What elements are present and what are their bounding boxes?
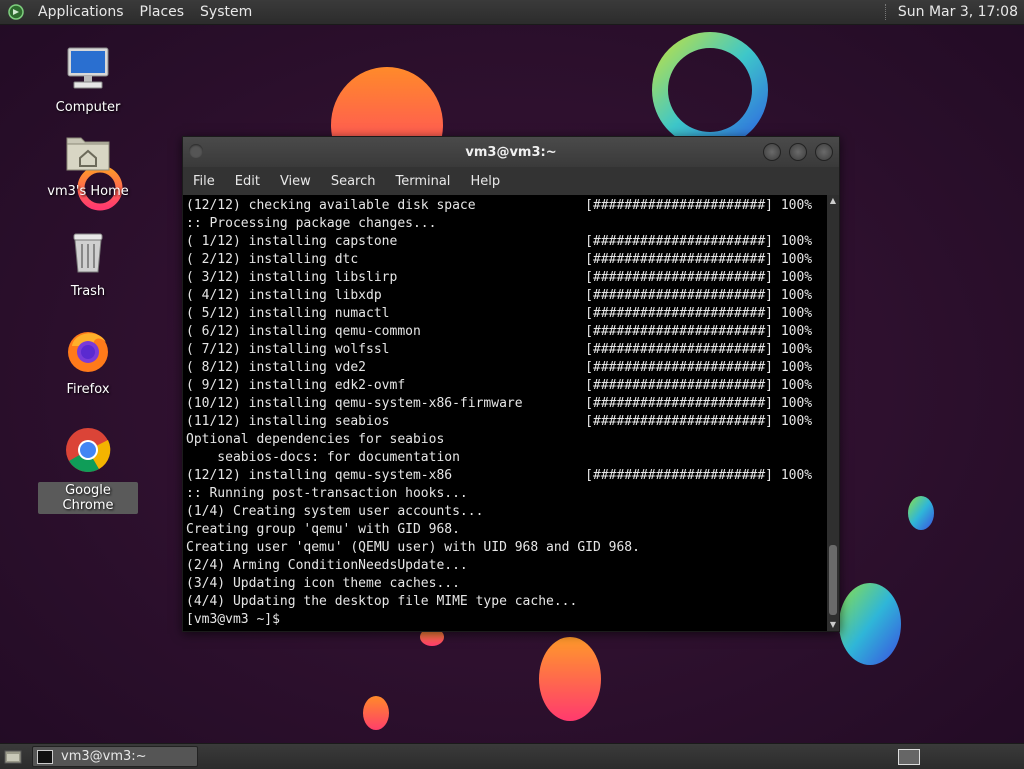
scroll-down-arrow-icon[interactable]: ▼ [827, 619, 839, 631]
desktop-icon-label: vm3's Home [47, 184, 129, 199]
panel-separator [884, 4, 888, 20]
show-desktop-icon[interactable] [4, 749, 22, 765]
trash-icon [73, 233, 103, 273]
places-menu[interactable]: Places [132, 4, 193, 20]
window-menu-icon[interactable] [189, 144, 203, 158]
menu-terminal[interactable]: Terminal [385, 174, 460, 189]
bottom-panel: vm3@vm3:~ [0, 743, 1024, 769]
menu-edit[interactable]: Edit [225, 174, 270, 189]
desktop-icon-firefox[interactable]: Firefox [38, 326, 138, 397]
taskbar-item-terminal[interactable]: vm3@vm3:~ [32, 746, 198, 767]
desktop-icon-label: Computer [55, 100, 121, 115]
maximize-button[interactable] [789, 143, 807, 161]
menu-file[interactable]: File [183, 174, 225, 189]
terminal-text[interactable]: (12/12) checking available disk space [#… [183, 195, 827, 629]
home-folder-icon [66, 137, 110, 171]
menu-view[interactable]: View [270, 174, 321, 189]
clock[interactable]: Sun Mar 3, 17:08 [898, 4, 1024, 20]
terminal-icon [37, 749, 53, 764]
terminal-scrollbar[interactable]: ▲ ▼ [827, 195, 839, 631]
system-menu[interactable]: System [192, 4, 260, 20]
menu-help[interactable]: Help [460, 174, 510, 189]
window-title: vm3@vm3:~ [465, 144, 557, 160]
firefox-icon [68, 332, 108, 372]
desktop-icon-computer[interactable]: Computer [38, 44, 138, 115]
computer-icon [67, 47, 109, 89]
desktop-icon-trash[interactable]: Trash [38, 228, 138, 299]
desktop-icon-label: Google Chrome [38, 482, 138, 514]
desktop-icon-label: Trash [70, 284, 106, 299]
scrollbar-thumb[interactable] [829, 545, 837, 615]
menu-search[interactable]: Search [321, 174, 386, 189]
taskbar-item-label: vm3@vm3:~ [61, 749, 147, 764]
minimize-button[interactable] [763, 143, 781, 161]
terminal-menubar: File Edit View Search Terminal Help [183, 167, 839, 195]
close-button[interactable] [815, 143, 833, 161]
scroll-up-arrow-icon[interactable]: ▲ [827, 195, 839, 207]
chrome-icon [66, 428, 111, 472]
window-titlebar[interactable]: vm3@vm3:~ [183, 137, 839, 167]
workspace-switcher[interactable] [898, 748, 920, 765]
desktop-icon-home[interactable]: vm3's Home [38, 128, 138, 199]
top-panel: Applications Places System Sun Mar 3, 17… [0, 0, 1024, 25]
applications-menu[interactable]: Applications [30, 4, 132, 20]
terminal-output[interactable]: (12/12) checking available disk space [#… [183, 195, 827, 631]
desktop-icon-chrome[interactable]: Google Chrome [38, 426, 138, 514]
distro-logo-icon[interactable] [8, 4, 24, 20]
desktop-icon-label: Firefox [66, 382, 110, 397]
terminal-window[interactable]: vm3@vm3:~ File Edit View Search Terminal… [182, 136, 840, 632]
window-controls [763, 143, 833, 161]
